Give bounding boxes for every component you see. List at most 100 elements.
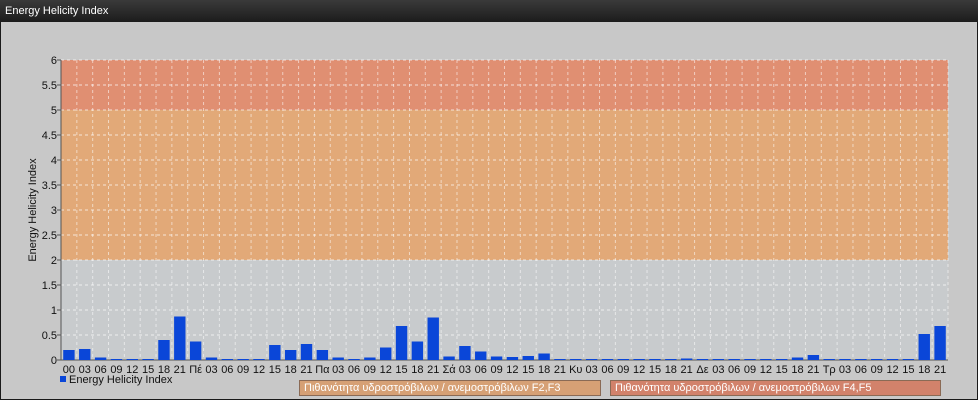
x-tick-label: 12	[760, 364, 772, 376]
bar	[775, 359, 788, 360]
x-tick-label: 18	[285, 364, 297, 376]
bar	[490, 356, 503, 360]
bar	[142, 359, 154, 360]
bar	[269, 345, 281, 360]
x-tick-label: 06	[348, 364, 360, 376]
bar	[902, 359, 915, 360]
x-tick-label: 15	[522, 364, 534, 376]
y-tick-label: 1	[51, 305, 57, 317]
bar	[680, 358, 693, 360]
y-axis-label: Energy Helicity Index	[27, 158, 39, 262]
x-tick-label: 03	[205, 364, 217, 376]
bar	[316, 350, 329, 360]
bar	[696, 359, 709, 360]
x-tick-label: 15	[902, 364, 914, 376]
x-tick-label: 03	[332, 364, 344, 376]
x-tick-label: 12	[253, 364, 265, 376]
y-tick-label: 2.5	[42, 230, 57, 242]
bar	[79, 349, 91, 360]
bar	[601, 359, 614, 360]
bar	[871, 359, 883, 360]
x-tick-label: 12	[506, 364, 518, 376]
x-tick-label: 06	[855, 364, 867, 376]
x-tick-label: Πέ	[189, 364, 202, 376]
x-tick-label: 18	[411, 364, 423, 376]
x-tick-label: 15	[395, 364, 407, 376]
bar	[918, 334, 930, 360]
x-tick-label: 06	[601, 364, 613, 376]
bar	[189, 341, 202, 360]
bar	[253, 359, 265, 360]
y-tick-label: 0.5	[42, 330, 57, 342]
x-tick-label: 09	[364, 364, 376, 376]
x-tick-label: 09	[744, 364, 756, 376]
x-tick-label: 12	[633, 364, 645, 376]
bar	[94, 357, 107, 360]
bar	[443, 356, 455, 360]
bar	[348, 359, 360, 360]
series-legend[interactable]: Energy Helicity Index	[60, 374, 172, 386]
bar	[712, 359, 725, 360]
bar	[411, 341, 424, 360]
bar	[300, 344, 313, 360]
x-tick-label: Σά	[442, 364, 456, 376]
x-tick-label: 15	[269, 364, 281, 376]
bar	[744, 359, 756, 360]
x-tick-label: Πα	[315, 364, 330, 376]
x-tick-label: 21	[934, 364, 946, 376]
x-tick-label: 21	[300, 364, 312, 376]
x-tick-label: 21	[174, 364, 186, 376]
bar	[570, 359, 582, 360]
bar	[174, 316, 186, 360]
bar	[538, 353, 550, 360]
x-tick-label: 03	[839, 364, 851, 376]
bar	[585, 359, 598, 360]
y-tick-label: 5	[51, 105, 57, 117]
x-tick-label: 18	[791, 364, 803, 376]
x-tick-label: 15	[776, 364, 788, 376]
x-tick-label: Κυ	[569, 364, 582, 376]
x-tick-label: Τρ	[823, 364, 836, 376]
x-tick-label: Δε	[696, 364, 708, 376]
x-tick-label: 21	[427, 364, 439, 376]
bar	[934, 326, 946, 360]
bar	[728, 359, 740, 360]
x-tick-label: 03	[459, 364, 471, 376]
bar	[554, 359, 566, 360]
bar	[886, 359, 899, 360]
x-tick-label: 09	[871, 364, 883, 376]
x-tick-label: 18	[665, 364, 677, 376]
bar	[475, 351, 487, 360]
y-tick-label: 4	[51, 155, 57, 167]
x-tick-label: 21	[554, 364, 566, 376]
bar	[839, 359, 851, 360]
y-tick-label: 6	[51, 55, 57, 67]
x-tick-label: 09	[237, 364, 249, 376]
y-tick-label: 4.5	[42, 130, 57, 142]
y-tick-label: 3	[51, 205, 57, 217]
x-tick-label: 15	[649, 364, 661, 376]
legend-label: Energy Helicity Index	[69, 374, 173, 386]
x-tick-label: 03	[585, 364, 597, 376]
bar	[395, 326, 408, 360]
x-tick-label: 09	[617, 364, 629, 376]
bar	[380, 347, 392, 360]
x-tick-label: 06	[221, 364, 233, 376]
bar	[364, 357, 376, 360]
bar	[807, 355, 820, 360]
y-tick-label: 0	[51, 355, 57, 367]
x-tick-label: 18	[538, 364, 550, 376]
x-tick-label: 03	[712, 364, 724, 376]
bar	[332, 357, 344, 360]
x-tick-label: 21	[807, 364, 819, 376]
x-tick-label: 12	[380, 364, 392, 376]
bar	[665, 359, 677, 360]
bar	[237, 359, 249, 360]
bar	[617, 359, 629, 360]
y-tick-label: 1.5	[42, 280, 57, 292]
x-tick-label: 12	[886, 364, 898, 376]
y-tick-label: 2	[51, 255, 57, 267]
x-tick-label: 18	[918, 364, 930, 376]
x-tick-label: 09	[490, 364, 502, 376]
bar	[126, 359, 138, 360]
